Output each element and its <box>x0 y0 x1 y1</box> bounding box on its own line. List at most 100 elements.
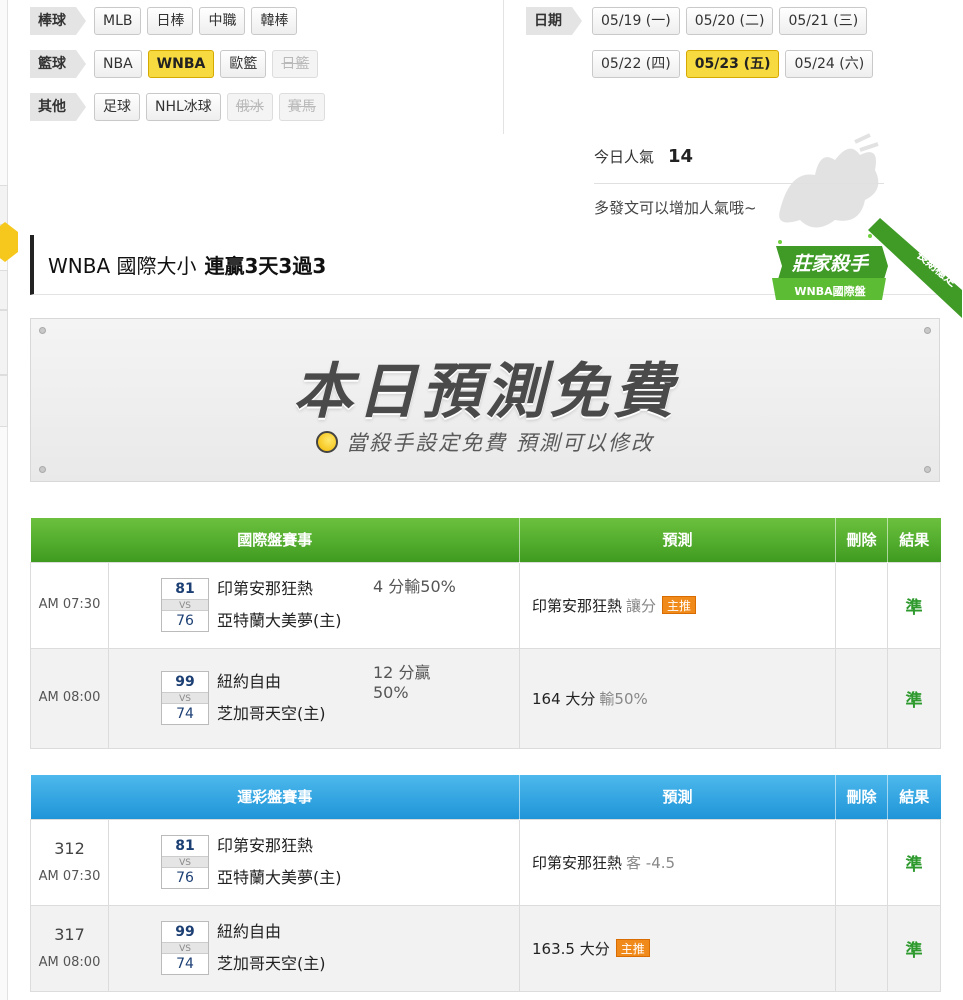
game-time-cell: 317 AM 08:00 <box>30 904 109 992</box>
game-time-cell: 312 AM 07:30 <box>30 818 109 906</box>
international-prediction-table: 國際盤賽事 預測 刪除 結果 AM 07:30 81 VS 76 印第安那狂熱 … <box>30 518 942 749</box>
away-score: 81 <box>175 838 195 854</box>
score-box: 99 VS 74 <box>161 921 209 975</box>
left-sidebar-tab[interactable] <box>0 310 8 375</box>
killer-badge: 長期穩定 莊家殺手 WNBA國際盤 <box>772 218 962 318</box>
game-time: AM 07:30 <box>30 561 109 649</box>
screw-icon <box>39 466 46 473</box>
screw-icon <box>924 466 931 473</box>
match-cell: 81 VS 76 印第安那狂熱 亞特蘭大美夢(主) 4 分輸50% <box>107 561 521 649</box>
prediction-cell: 163.5 大分 主推 <box>519 904 837 992</box>
vs-label: VS <box>162 942 208 954</box>
category-label: 籃球 <box>30 50 86 78</box>
filter-chip-euro-basketball[interactable]: 歐籃 <box>220 50 267 78</box>
lightbulb-icon <box>316 431 339 453</box>
home-team: 芝加哥天空(主) <box>217 704 326 723</box>
left-sidebar-tab[interactable] <box>0 185 8 225</box>
date-chip[interactable]: 05/20 (二) <box>685 7 774 35</box>
away-team: 印第安那狂熱 <box>217 579 314 598</box>
banner-subtitle: 當殺手設定免費 預測可以修改 <box>346 431 654 455</box>
home-score: 76 <box>176 870 194 886</box>
category-row-other: 其他 足球 NHL冰球 俄冰 賽馬 <box>30 93 325 121</box>
left-sidebar-tab[interactable] <box>0 270 8 310</box>
column-header-delete: 刪除 <box>835 775 889 819</box>
badge-main-text: 莊家殺手 <box>791 253 870 275</box>
prediction-pick: 印第安那狂熱 <box>532 853 623 872</box>
vs-label: VS <box>162 856 208 868</box>
away-score: 99 <box>175 924 195 940</box>
table-header-row: 國際盤賽事 預測 刪除 結果 <box>30 518 941 562</box>
score-box: 81 VS 76 <box>161 835 209 889</box>
badge-sub-text: WNBA國際盤 <box>794 284 866 298</box>
filter-chip-khl: 俄冰 <box>226 93 273 121</box>
lottery-prediction-table: 運彩盤賽事 預測 刪除 結果 312 AM 07:30 81 VS 76 印第安… <box>30 775 942 992</box>
away-team: 紐約自由 <box>217 672 282 691</box>
filter-chip-soccer[interactable]: 足球 <box>94 93 140 121</box>
column-header-delete: 刪除 <box>835 518 889 562</box>
date-label-row: 日期 <box>526 7 584 35</box>
home-score: 76 <box>176 613 194 629</box>
match-cell: 99 VS 74 紐約自由 芝加哥天空(主) 12 分贏 50% <box>107 647 521 749</box>
prediction-pick: 印第安那狂熱 <box>532 596 623 615</box>
filter-chip-nba[interactable]: NBA <box>94 50 142 78</box>
vs-label: VS <box>162 692 208 704</box>
left-sidebar-edge <box>0 0 8 1000</box>
column-header-result: 結果 <box>887 518 941 562</box>
game-id: 312 <box>54 839 85 859</box>
category-label: 棒球 <box>30 7 86 35</box>
game-time: AM 08:00 <box>38 954 101 970</box>
popularity-label: 今日人氣 <box>594 148 655 166</box>
date-chip[interactable]: 05/22 (四) <box>592 50 680 78</box>
filter-chip-npb[interactable]: 日棒 <box>147 7 194 35</box>
divider <box>503 0 504 134</box>
prediction-type: 客 -4.5 <box>626 853 676 872</box>
table-row: 312 AM 07:30 81 VS 76 印第安那狂熱 亞特蘭大美夢(主) 印… <box>30 818 942 906</box>
main-pick-tag: 主推 <box>662 595 697 614</box>
screw-icon <box>924 327 931 334</box>
result-cell: 準 <box>887 561 942 649</box>
category-row-baseball: 棒球 MLB 日棒 中職 韓棒 <box>30 7 298 35</box>
table-header-row: 運彩盤賽事 預測 刪除 結果 <box>30 775 941 819</box>
screw-icon <box>39 327 46 334</box>
prediction-cell: 印第安那狂熱客 -4.5 <box>519 818 837 906</box>
column-header-event: 國際盤賽事 <box>30 518 521 562</box>
main-pick-tag: 主推 <box>615 938 650 957</box>
banner-subtitle-row: 當殺手設定免費 預測可以修改 <box>31 427 939 457</box>
popularity-count: 14 <box>668 146 694 167</box>
filter-chip-cpbl[interactable]: 中職 <box>199 7 246 35</box>
column-header-prediction: 預測 <box>519 518 837 562</box>
free-prediction-banner: 本日預測免費 當殺手設定免費 預測可以修改 <box>30 318 940 482</box>
away-score: 81 <box>175 581 195 597</box>
table-row: 317 AM 08:00 99 VS 74 紐約自由 芝加哥天空(主) 163.… <box>30 904 942 992</box>
date-chip[interactable]: 05/21 (三) <box>779 7 868 35</box>
match-cell: 99 VS 74 紐約自由 芝加哥天空(主) <box>107 904 521 992</box>
prediction-cell: 印第安那狂熱 讓分 主推 <box>519 561 837 649</box>
column-header-result: 結果 <box>887 775 941 819</box>
popularity-hint: 多發文可以增加人氣哦~ <box>594 199 757 217</box>
filter-chip-nhl[interactable]: NHL冰球 <box>146 93 221 121</box>
filter-chip-wnba[interactable]: WNBA <box>147 50 215 78</box>
prediction-pick: 163.5 大分 <box>532 939 610 958</box>
match-cell: 81 VS 76 印第安那狂熱 亞特蘭大美夢(主) <box>107 818 521 906</box>
result-cell: 準 <box>887 647 942 749</box>
hexagon-icon <box>0 222 18 262</box>
category-row-basketball: 籃球 NBA WNBA 歐籃 日籃 <box>30 50 319 78</box>
away-team: 印第安那狂熱 <box>217 836 314 855</box>
date-chip[interactable]: 05/19 (一) <box>592 7 680 35</box>
home-team: 亞特蘭大美夢(主) <box>217 611 342 630</box>
prediction-type: 輸50% <box>599 689 648 708</box>
vs-label: VS <box>162 599 208 611</box>
filter-chip-mlb[interactable]: MLB <box>94 7 142 35</box>
delete-cell <box>835 561 889 649</box>
date-chip-selected[interactable]: 05/23 (五) <box>685 50 780 78</box>
date-row-2: 05/22 (四) 05/23 (五) 05/24 (六) <box>592 50 874 78</box>
popularity-line: 今日人氣 14 <box>594 146 693 167</box>
filter-chip-kbo[interactable]: 韓棒 <box>251 7 298 35</box>
score-box: 99 VS 74 <box>161 671 209 725</box>
banner-title: 本日預測免費 <box>293 357 677 427</box>
date-chip[interactable]: 05/24 (六) <box>785 50 874 78</box>
left-sidebar-tab[interactable] <box>0 375 8 427</box>
handicap-line: 4 分輸50% <box>373 577 456 596</box>
delete-cell <box>835 904 889 992</box>
handicap-result: 12 分贏 50% <box>373 663 463 703</box>
